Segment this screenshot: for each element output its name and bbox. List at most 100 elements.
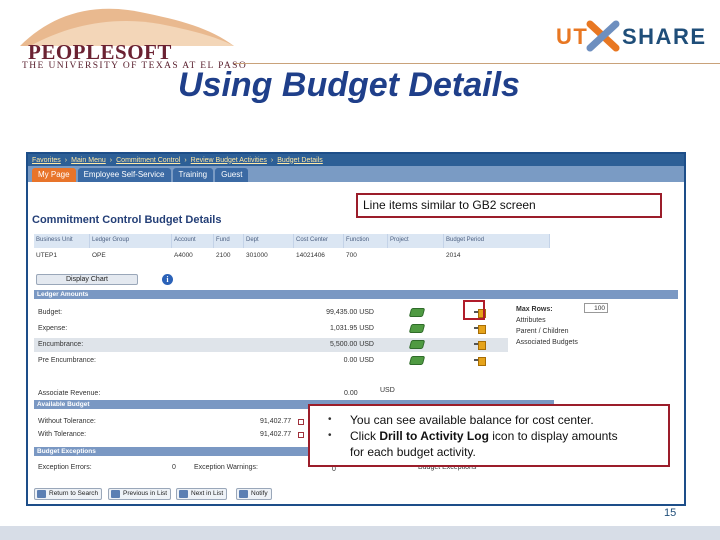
breadcrumb-main-menu[interactable]: Main Menu	[71, 157, 106, 164]
drill-icon-highlight	[463, 300, 485, 320]
cell-fund: 2100	[216, 252, 231, 259]
cell-ledger-group: OPE	[92, 252, 106, 259]
display-chart-button[interactable]: Display Chart	[36, 274, 138, 285]
notify-icon	[239, 490, 248, 498]
with-tolerance-value: 91,402.77	[260, 431, 292, 438]
money-icon[interactable]	[408, 324, 426, 333]
ut-share-x-icon	[586, 20, 620, 52]
callout-line-items: Line items similar to GB2 screen	[356, 193, 662, 218]
slide-title: Using Budget Details	[178, 66, 520, 104]
previous-in-list-label: Previous in List	[123, 490, 168, 497]
tab-bar: My Page Employee Self-Service Training G…	[28, 166, 684, 182]
cell-business-unit: UTEP1	[36, 252, 57, 259]
breadcrumb-review-budget-activities[interactable]: Review Budget Activities	[191, 157, 267, 164]
tab-training[interactable]: Training	[172, 168, 214, 182]
next-icon	[179, 490, 188, 498]
table-row: UTEP1 OPE A4000 2100 301000 14021406 700…	[34, 250, 550, 262]
exception-errors-label: Exception Errors:	[38, 464, 92, 471]
with-tolerance-checkbox[interactable]	[298, 432, 304, 438]
bullet-text-bold: Drill to Activity Log	[379, 429, 489, 443]
col-ledger-group: Ledger Group	[90, 234, 172, 248]
ledger-label: Expense:	[38, 325, 68, 332]
ledger-value: 0.00 USD	[343, 357, 374, 364]
cell-dept: 301000	[246, 252, 268, 259]
max-rows-label: Max Rows:	[516, 306, 553, 313]
max-rows-input[interactable]: 100	[584, 303, 608, 313]
col-cost-center: Cost Center	[294, 234, 344, 248]
info-icon[interactable]: i	[162, 274, 173, 285]
ledger-label: Budget:	[38, 309, 63, 316]
ut-share-right: SHARE	[622, 24, 707, 49]
ut-share-left: UT	[556, 24, 589, 49]
bullet-dot: •	[328, 414, 332, 425]
exception-warnings-label: Exception Warnings:	[194, 464, 258, 471]
ledger-value: 99,435.00 USD	[326, 309, 374, 316]
money-icon[interactable]	[408, 308, 426, 317]
without-tolerance-value: 91,402.77	[260, 418, 292, 425]
drill-to-activity-log-icon[interactable]	[474, 323, 487, 334]
exception-warnings-value: 0	[332, 466, 336, 473]
bullet-text-post: icon to display amounts	[488, 429, 618, 443]
breadcrumb-favorites[interactable]: Favorites	[32, 157, 61, 164]
with-tolerance-label: With Tolerance:	[38, 431, 87, 438]
cell-account: A4000	[174, 252, 193, 259]
tab-guest[interactable]: Guest	[215, 168, 249, 182]
section-ledger-amounts: Ledger Amounts	[34, 290, 678, 299]
ledger-row-encumbrance: Encumbrance: 5,500.00 USD	[34, 338, 508, 352]
col-business-unit: Business Unit	[34, 234, 90, 248]
exception-errors-value: 0	[172, 464, 176, 471]
cell-function: 700	[346, 252, 357, 259]
bullet-text-cont: for each budget activity.	[350, 445, 476, 459]
attributes-link[interactable]: Attributes	[516, 317, 546, 324]
money-icon[interactable]	[408, 340, 426, 349]
without-tolerance-checkbox[interactable]	[298, 419, 304, 425]
next-in-list-label: Next in List	[191, 490, 224, 497]
col-dept: Dept	[244, 234, 294, 248]
breadcrumb-budget-details[interactable]: Budget Details	[277, 157, 323, 164]
money-icon[interactable]	[408, 356, 426, 365]
drill-to-activity-log-icon[interactable]	[474, 355, 487, 366]
footer-band	[0, 526, 720, 540]
tab-my-page[interactable]: My Page	[32, 168, 76, 182]
bullet-drill-to-activity: • Click Drill to Activity Log icon to di…	[328, 428, 662, 460]
bullet-text: You can see available balance for cost c…	[350, 413, 594, 427]
previous-in-list-button[interactable]: Previous in List	[108, 488, 172, 500]
tab-employee-self-service[interactable]: Employee Self-Service	[77, 168, 171, 182]
breadcrumb-separator: ›	[270, 156, 274, 164]
associate-revenue-label: Associate Revenue:	[38, 390, 101, 397]
peoplesoft-logo: PEOPLESOFT THE UNIVERSITY OF TEXAS AT EL…	[20, 6, 246, 71]
associate-revenue-value: 0.00	[344, 390, 358, 397]
breadcrumb-separator: ›	[64, 156, 68, 164]
associated-budgets-link[interactable]: Associated Budgets	[516, 339, 578, 346]
return-icon	[37, 490, 46, 498]
breadcrumb: Favorites › Main Menu › Commitment Contr…	[28, 154, 684, 166]
next-in-list-button[interactable]: Next in List	[176, 488, 228, 500]
ledger-row-expense: Expense: 1,031.95 USD	[34, 322, 508, 336]
parent-children-link[interactable]: Parent / Children	[516, 328, 569, 335]
previous-icon	[111, 490, 120, 498]
ledger-label: Pre Encumbrance:	[38, 357, 96, 364]
notify-label: Notify	[251, 490, 268, 497]
breadcrumb-commitment-control[interactable]: Commitment Control	[116, 157, 180, 164]
ledger-label: Encumbrance:	[38, 341, 84, 348]
header-divider	[234, 63, 720, 64]
col-fund: Fund	[214, 234, 244, 248]
bullet-dot: •	[328, 430, 332, 441]
cell-project	[388, 250, 444, 262]
col-account: Account	[172, 234, 214, 248]
ledger-row-budget: Budget: 99,435.00 USD	[34, 306, 508, 320]
associate-revenue-currency: USD	[380, 387, 395, 394]
drill-to-activity-log-icon[interactable]	[474, 339, 487, 350]
ut-share-logo: UT SHARE	[556, 18, 706, 54]
return-to-search-label: Return to Search	[49, 490, 99, 497]
notify-button[interactable]: Notify	[236, 488, 272, 500]
return-to-search-button[interactable]: Return to Search	[34, 488, 103, 500]
ledger-row-pre-encumbrance: Pre Encumbrance: 0.00 USD	[34, 354, 508, 368]
callout-available-balance: • You can see available balance for cost…	[308, 404, 670, 467]
grid-header: Business Unit Ledger Group Account Fund …	[34, 234, 550, 248]
without-tolerance-label: Without Tolerance:	[38, 418, 96, 425]
cell-budget-period: 2014	[446, 252, 461, 259]
bullet-text-pre: Click	[350, 429, 380, 443]
cell-cost-center: 14021406	[296, 252, 325, 259]
col-project: Project	[388, 234, 444, 248]
